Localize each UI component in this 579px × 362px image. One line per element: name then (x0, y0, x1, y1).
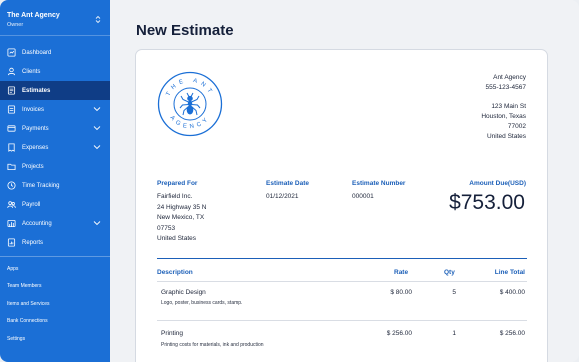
table-divider (157, 281, 527, 282)
dashboard-icon (7, 48, 16, 57)
line-item-description[interactable]: Printing (161, 330, 183, 337)
projects-icon (7, 162, 16, 171)
account-switcher[interactable]: The Ant Agency Owner (0, 0, 110, 36)
client-street: 24 Highway 35 N (157, 203, 207, 211)
estimate-number-label: Estimate Number (352, 180, 406, 187)
chevron-down-icon[interactable] (93, 144, 101, 150)
sidebar-item-expenses[interactable]: Expenses (0, 138, 110, 157)
table-header-rule (157, 258, 527, 259)
estimates-icon (7, 86, 16, 95)
ant-agency-logo: THE ANT AGENCY (157, 71, 223, 137)
sidebar-item-payroll[interactable]: Payroll (0, 195, 110, 214)
company-city-state: Houston, Texas (481, 113, 526, 120)
client-country: United States (157, 235, 197, 242)
table-divider (157, 320, 527, 321)
company-name: Ant Agency (493, 74, 526, 81)
sidebar-item-label: Estimates (22, 87, 51, 94)
client-name: Fairfield Inc. (157, 193, 193, 200)
accounting-icon (7, 219, 16, 228)
sidebar-item-label: Dashboard (22, 49, 52, 56)
invoices-icon (7, 105, 16, 114)
column-header-description: Description (157, 269, 193, 276)
client-city-state: New Mexico, TX (157, 214, 205, 221)
chevron-down-icon[interactable] (93, 106, 101, 112)
switch-account-icon[interactable] (95, 15, 101, 26)
company-country: United States (486, 133, 526, 140)
line-item-description[interactable]: Graphic Design (161, 289, 206, 296)
sidebar-item-dashboard[interactable]: Dashboard (0, 43, 110, 62)
sidebar-item-apps[interactable]: Apps (0, 260, 110, 278)
estimate-document: THE ANT AGENCY Ant Agency 555-123-4567 1… (135, 49, 548, 362)
client-address[interactable]: Fairfield Inc. 24 Highway 35 N New Mexic… (157, 192, 207, 245)
sidebar-item-label: Projects (22, 163, 44, 170)
sidebar-item-settings[interactable]: Settings (0, 330, 110, 348)
estimate-date-label: Estimate Date (266, 180, 309, 187)
column-header-rate: Rate (394, 269, 409, 276)
chevron-down-icon[interactable] (93, 125, 101, 131)
line-item-total: $ 400.00 (499, 289, 525, 296)
sidebar-secondary-nav: Apps Team Members Items and Services Ban… (0, 260, 110, 348)
line-item-qty[interactable]: 1 (452, 330, 456, 337)
sidebar-nav: Dashboard Clients Estimates Invoices Pay… (0, 43, 110, 252)
clients-icon (7, 67, 16, 76)
line-item-detail: Printing costs for materials, ink and pr… (161, 342, 264, 348)
company-zip: 77002 (507, 123, 526, 130)
column-header-line-total: Line Total (494, 269, 525, 276)
sidebar-item-label: Clients (22, 68, 41, 75)
line-item-rate[interactable]: $ 80.00 (390, 289, 412, 296)
line-item-detail: Logo, poster, business cards, stamp. (161, 300, 243, 306)
sidebar-divider (0, 256, 110, 257)
payments-icon (7, 124, 16, 133)
sidebar-item-team-members[interactable]: Team Members (0, 278, 110, 296)
estimate-number-value[interactable]: 000001 (352, 192, 374, 203)
sidebar-item-items-services[interactable]: Items and Services (0, 295, 110, 313)
page-title: New Estimate (136, 22, 234, 39)
prepared-for-label: Prepared For (157, 180, 198, 187)
line-item-qty[interactable]: 5 (452, 289, 456, 296)
sidebar-item-label: Invoices (22, 106, 45, 113)
sidebar-item-bank-connections[interactable]: Bank Connections (0, 313, 110, 331)
estimate-date-value[interactable]: 01/12/2021 (266, 192, 299, 203)
sidebar-item-time-tracking[interactable]: Time Tracking (0, 176, 110, 195)
sidebar-item-label: Reports (22, 239, 44, 246)
line-item-total: $ 256.00 (499, 330, 525, 337)
amount-due-value: $753.00 (449, 191, 525, 214)
sidebar-item-invoices[interactable]: Invoices (0, 100, 110, 119)
svg-text:AGENCY: AGENCY (168, 115, 211, 130)
company-street: 123 Main St (491, 103, 526, 110)
client-zip: 07753 (157, 224, 176, 232)
reports-icon (7, 238, 16, 247)
sidebar-item-label: Expenses (22, 144, 49, 151)
company-info: Ant Agency 555-123-4567 123 Main St Hous… (481, 73, 526, 142)
sidebar-item-payments[interactable]: Payments (0, 119, 110, 138)
sidebar-item-label: Payments (22, 125, 49, 132)
sidebar-item-clients[interactable]: Clients (0, 62, 110, 81)
column-header-qty: Qty (444, 269, 455, 276)
sidebar-item-reports[interactable]: Reports (0, 233, 110, 252)
main-content: New Estimate THE ANT AGENCY Ant Agency 5… (110, 0, 579, 362)
app-window: The Ant Agency Owner Dashboard Clients E… (0, 0, 579, 362)
payroll-icon (7, 200, 16, 209)
expenses-icon (7, 143, 16, 152)
clock-icon (7, 181, 16, 190)
amount-due-label: Amount Due(USD) (469, 180, 526, 187)
sidebar-item-label: Payroll (22, 201, 41, 208)
sidebar: The Ant Agency Owner Dashboard Clients E… (0, 0, 110, 362)
chevron-down-icon[interactable] (93, 220, 101, 226)
sidebar-item-estimates[interactable]: Estimates (0, 81, 110, 100)
line-item-rate[interactable]: $ 256.00 (387, 330, 412, 337)
sidebar-item-projects[interactable]: Projects (0, 157, 110, 176)
company-phone: 555-123-4567 (485, 84, 526, 91)
sidebar-item-accounting[interactable]: Accounting (0, 214, 110, 233)
sidebar-item-label: Time Tracking (22, 182, 60, 189)
sidebar-item-label: Accounting (22, 220, 52, 227)
